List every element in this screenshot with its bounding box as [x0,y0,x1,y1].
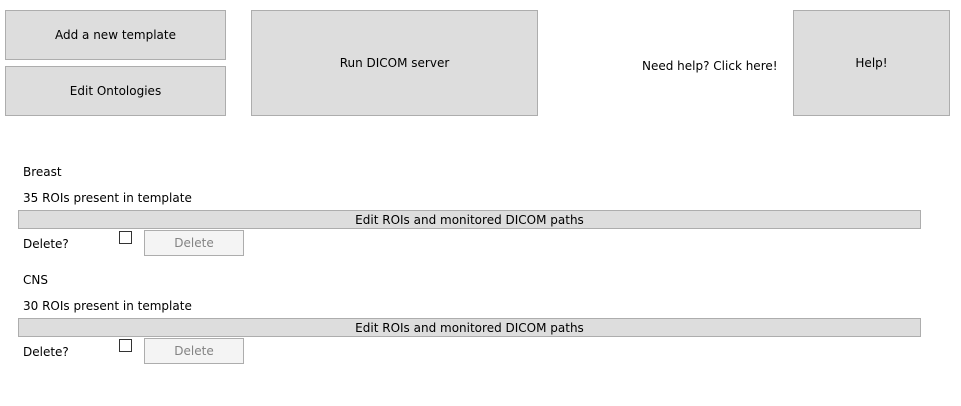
delete-button-label: Delete [174,344,214,358]
edit-ontologies-button[interactable]: Edit Ontologies [5,66,226,116]
run-dicom-server-label: Run DICOM server [339,56,450,70]
add-template-button[interactable]: Add a new template [5,10,226,60]
delete-button[interactable]: Delete [144,230,244,256]
template-roi-count: 30 ROIs present in template [23,299,192,313]
edit-rois-label: Edit ROIs and monitored DICOM paths [355,320,584,335]
delete-question: Delete? [23,237,69,251]
template-roi-count: 35 ROIs present in template [23,191,192,205]
template-name: Breast [23,165,62,179]
help-button[interactable]: Help! [793,10,950,116]
edit-ontologies-label: Edit Ontologies [69,84,162,98]
need-help-text: Need help? Click here! [642,59,778,73]
add-template-label: Add a new template [54,28,176,42]
run-dicom-server-button[interactable]: Run DICOM server [251,10,538,116]
delete-checkbox[interactable] [119,339,132,352]
delete-checkbox[interactable] [119,231,132,244]
edit-rois-button[interactable]: Edit ROIs and monitored DICOM paths [18,318,921,337]
edit-rois-label: Edit ROIs and monitored DICOM paths [355,212,584,227]
template-name: CNS [23,273,48,287]
delete-button-label: Delete [174,236,214,250]
edit-rois-button[interactable]: Edit ROIs and monitored DICOM paths [18,210,921,229]
delete-question: Delete? [23,345,69,359]
help-label: Help! [855,56,888,70]
delete-button[interactable]: Delete [144,338,244,364]
